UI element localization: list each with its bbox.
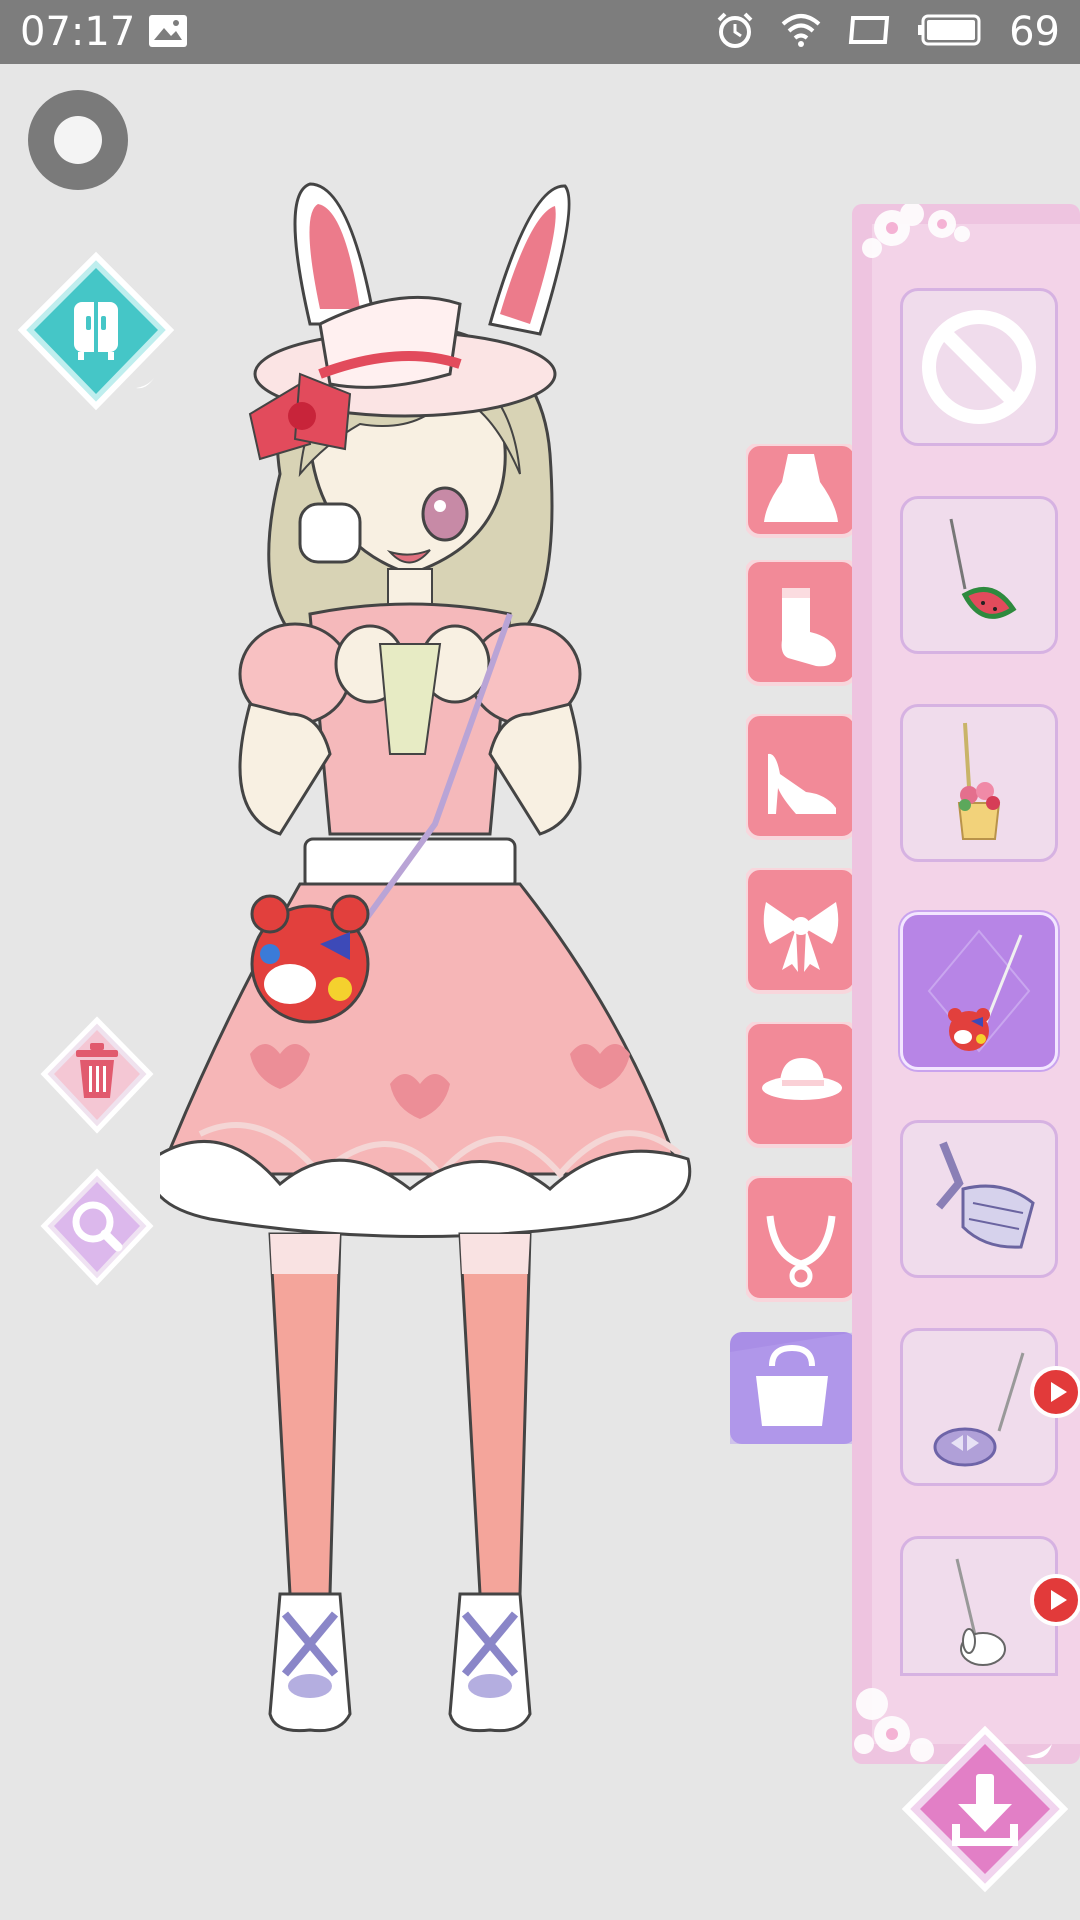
battery-percent: 69 — [1009, 9, 1060, 55]
item-bunny-bag-ad-badge[interactable] — [1030, 1574, 1080, 1626]
item-none[interactable] — [900, 288, 1058, 446]
video-ad-icon — [1051, 1590, 1067, 1610]
wardrobe-icon — [74, 302, 118, 360]
record-icon — [54, 116, 102, 164]
none-icon — [922, 310, 1036, 424]
waist-bag-icon — [935, 1141, 1035, 1249]
save-button[interactable] — [900, 1724, 1070, 1894]
tab-hat[interactable] — [744, 1020, 858, 1150]
bear-bag-icon — [927, 929, 1031, 1053]
item-purple-round-bag-ad-badge[interactable] — [1030, 1366, 1080, 1418]
flower-basket-icon — [957, 722, 1001, 840]
dress-up-screen — [0, 64, 1080, 1920]
item-checkered-waist-bag[interactable] — [900, 1120, 1058, 1278]
record-button[interactable] — [28, 90, 128, 190]
tab-bag[interactable] — [730, 1332, 856, 1444]
tab-socks[interactable] — [744, 558, 858, 688]
wardrobe-button[interactable] — [16, 250, 176, 414]
wifi-icon — [781, 12, 821, 53]
round-bag-icon — [933, 1352, 1025, 1467]
status-time: 07:17 — [20, 9, 136, 55]
item-watermelon-bag[interactable] — [900, 496, 1058, 654]
platform-shoes — [268, 1592, 532, 1733]
tab-dress[interactable] — [744, 442, 858, 544]
zoom-button[interactable] — [40, 1168, 154, 1288]
watermelon-bag-icon — [949, 518, 1017, 619]
tab-shoes[interactable] — [744, 712, 858, 842]
video-ad-icon — [1051, 1382, 1067, 1402]
tab-bow[interactable] — [744, 866, 858, 996]
delete-button[interactable] — [40, 1016, 154, 1136]
item-bear-bag[interactable] — [900, 912, 1058, 1070]
screen-icon — [847, 14, 891, 51]
bear-bag-accessory — [250, 894, 370, 1024]
battery-icon — [917, 13, 983, 52]
image-icon — [148, 14, 188, 53]
item-flower-basket-bag[interactable] — [900, 704, 1058, 862]
status-bar: 07:17 69 — [0, 0, 1080, 64]
tab-necklace[interactable] — [744, 1174, 858, 1304]
alarm-icon — [715, 10, 755, 55]
doll-character[interactable] — [148, 174, 720, 1824]
